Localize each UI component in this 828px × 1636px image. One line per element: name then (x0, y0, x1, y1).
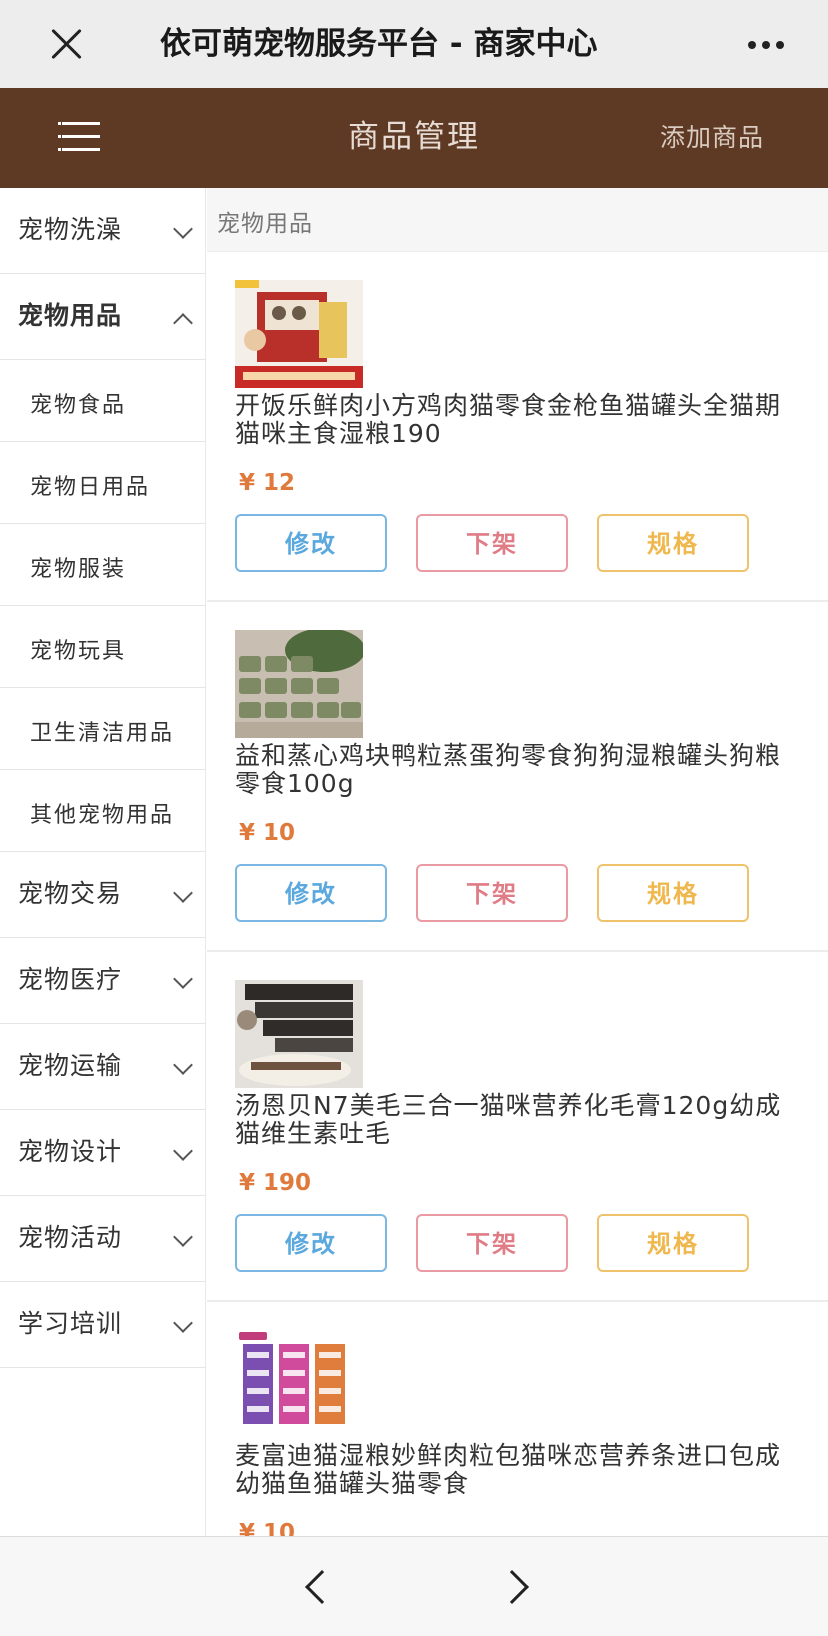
product-image (235, 630, 363, 738)
sidebar-item-transport[interactable]: 宠物运输 (0, 1024, 205, 1110)
chevron-down-icon (173, 969, 193, 989)
spec-button[interactable]: 规格 (597, 864, 749, 922)
top-bar: 依可萌宠物服务平台 - 商家中心 (0, 0, 828, 88)
product-image (235, 280, 363, 388)
chevron-down-icon (173, 1227, 193, 1247)
sidebar-subitem-label: 其他宠物用品 (30, 803, 175, 828)
chevron-down-icon (173, 219, 193, 239)
sidebar-subitem-food[interactable]: 宠物食品 (0, 360, 205, 442)
hamburger-icon[interactable] (58, 122, 106, 154)
sidebar-item-label: 宠物交易 (18, 879, 123, 908)
chevron-up-icon (173, 313, 193, 333)
chevron-down-icon (173, 883, 193, 903)
product-image (235, 980, 363, 1088)
sidebar-subitem-label: 宠物服装 (30, 557, 127, 582)
sidebar-subitem-label: 宠物日用品 (30, 475, 151, 500)
sidebar-item-events[interactable]: 宠物活动 (0, 1196, 205, 1282)
sidebar-subitem-cleaning[interactable]: 卫生清洁用品 (0, 688, 205, 770)
sidebar-item-label: 学习培训 (18, 1309, 123, 1338)
product-name: 麦富迪猫湿粮妙鲜肉粒包猫咪恋营养条进口包成幼猫鱼猫罐头猫零食 (235, 1441, 782, 1498)
sidebar-item-design[interactable]: 宠物设计 (0, 1110, 205, 1196)
sidebar-item-label: 宠物医疗 (18, 965, 123, 994)
product-list-panel: 宠物用品 开饭乐鲜肉小方鸡肉猫零食金枪鱼猫罐头全猫期猫咪主食湿粮190 ¥ 12… (207, 188, 828, 1536)
section-header: 宠物用品 (207, 188, 828, 252)
product-card: 益和蒸心鸡块鸭粒蒸蛋狗零食狗狗湿粮罐头狗粮零食100g ¥ 10 修改 下架 规… (207, 602, 828, 952)
spec-button[interactable]: 规格 (597, 514, 749, 572)
product-name: 开饭乐鲜肉小方鸡肉猫零食金枪鱼猫罐头全猫期猫咪主食湿粮190 (235, 391, 782, 448)
edit-button[interactable]: 修改 (235, 1214, 387, 1272)
sidebar-subitem-clothing[interactable]: 宠物服装 (0, 524, 205, 606)
add-product-button[interactable]: 添加商品 (660, 118, 810, 158)
off-shelf-button[interactable]: 下架 (416, 1214, 568, 1272)
product-price: ¥ 10 (239, 1520, 296, 1536)
page-title: 依可萌宠物服务平台 - 商家中心 (160, 26, 598, 62)
sidebar-subitem-other[interactable]: 其他宠物用品 (0, 770, 205, 852)
product-card: 开饭乐鲜肉小方鸡肉猫零食金枪鱼猫罐头全猫期猫咪主食湿粮190 ¥ 12 修改 下… (207, 252, 828, 602)
sidebar-subitem-label: 宠物玩具 (30, 639, 127, 664)
chevron-down-icon (173, 1313, 193, 1333)
close-icon[interactable] (44, 22, 88, 66)
product-image (235, 1330, 363, 1438)
sidebar-item-supplies[interactable]: 宠物用品 (0, 274, 205, 360)
edit-button[interactable]: 修改 (235, 864, 387, 922)
product-card: 汤恩贝N7美毛三合一猫咪营养化毛膏120g幼成猫维生素吐毛 ¥ 190 修改 下… (207, 952, 828, 1302)
product-price: ¥ 12 (239, 470, 296, 496)
sidebar-item-bath[interactable]: 宠物洗澡 (0, 188, 205, 274)
more-dots-icon[interactable] (744, 33, 788, 55)
chevron-down-icon (173, 1141, 193, 1161)
sidebar-item-label: 宠物活动 (18, 1223, 123, 1252)
product-name: 益和蒸心鸡块鸭粒蒸蛋狗零食狗狗湿粮罐头狗粮零食100g (235, 741, 782, 798)
sidebar-item-label: 宠物用品 (18, 301, 123, 330)
sidebar-item-trade[interactable]: 宠物交易 (0, 852, 205, 938)
product-price: ¥ 10 (239, 820, 296, 846)
product-card: 麦富迪猫湿粮妙鲜肉粒包猫咪恋营养条进口包成幼猫鱼猫罐头猫零食 ¥ 10 (207, 1302, 828, 1536)
category-sidebar: 宠物洗澡 宠物用品 宠物食品 宠物日用品 宠物服装 宠物玩具 卫生清洁用品 其他… (0, 188, 206, 1536)
spec-button[interactable]: 规格 (597, 1214, 749, 1272)
sidebar-item-label: 宠物运输 (18, 1051, 123, 1080)
edit-button[interactable]: 修改 (235, 514, 387, 572)
chevron-down-icon (173, 1055, 193, 1075)
product-name: 汤恩贝N7美毛三合一猫咪营养化毛膏120g幼成猫维生素吐毛 (235, 1091, 782, 1148)
section-title: 宠物用品 (217, 211, 313, 237)
sidebar-subitem-toys[interactable]: 宠物玩具 (0, 606, 205, 688)
sidebar-item-label: 宠物设计 (18, 1137, 123, 1166)
sidebar-item-label: 宠物洗澡 (18, 215, 123, 244)
sidebar-item-medical[interactable]: 宠物医疗 (0, 938, 205, 1024)
app-header: 商品管理 添加商品 (0, 88, 828, 188)
chevron-right-icon[interactable] (495, 1570, 529, 1604)
sidebar-subitem-label: 宠物食品 (30, 393, 127, 418)
off-shelf-button[interactable]: 下架 (416, 514, 568, 572)
bottom-nav (0, 1536, 828, 1636)
sidebar-subitem-label: 卫生清洁用品 (30, 721, 175, 746)
sidebar-subitem-daily[interactable]: 宠物日用品 (0, 442, 205, 524)
off-shelf-button[interactable]: 下架 (416, 864, 568, 922)
chevron-left-icon[interactable] (305, 1570, 339, 1604)
header-title: 商品管理 (348, 119, 480, 155)
sidebar-item-training[interactable]: 学习培训 (0, 1282, 205, 1368)
product-price: ¥ 190 (239, 1170, 312, 1196)
